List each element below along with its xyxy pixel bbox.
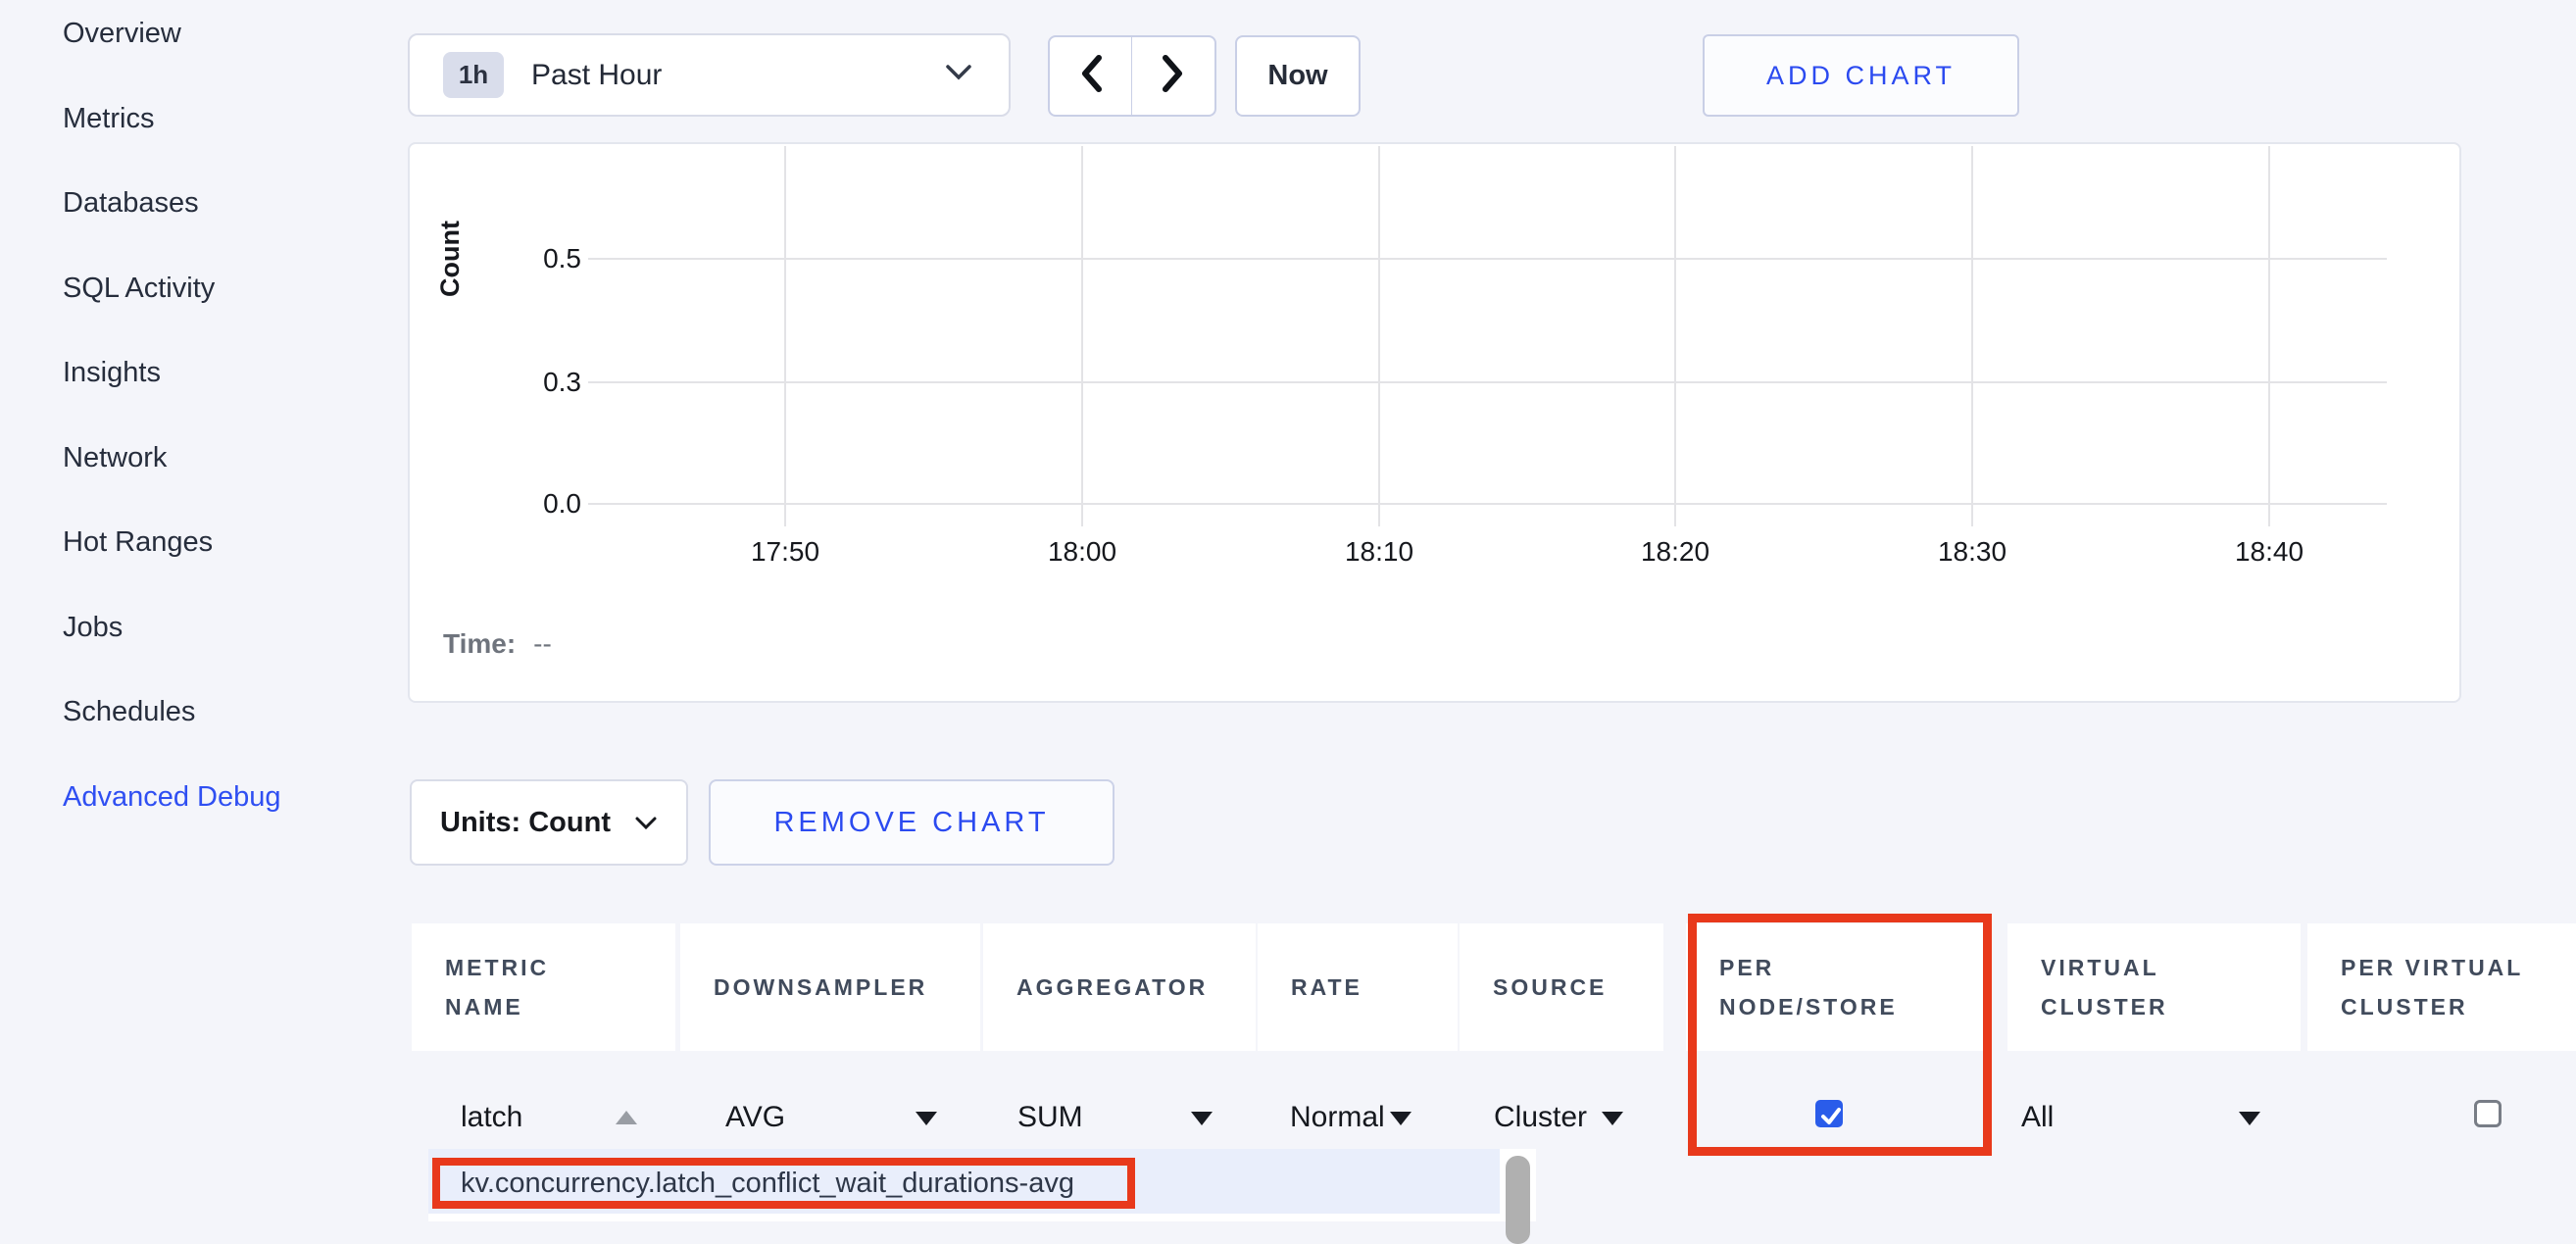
- checkmark-icon: [1817, 1102, 1845, 1129]
- sidebar-item-advanced-debug[interactable]: Advanced Debug: [63, 781, 386, 867]
- triangle-down-icon: [1191, 1112, 1213, 1125]
- sidebar-item-overview[interactable]: Overview: [63, 18, 386, 103]
- units-select[interactable]: Units: Count: [410, 779, 688, 866]
- add-chart-button[interactable]: ADD CHART: [1703, 34, 2019, 117]
- aggregator-select[interactable]: SUM: [1017, 1092, 1225, 1143]
- downsampler-value: AVG: [725, 1101, 785, 1134]
- units-select-label: Units: Count: [440, 807, 611, 839]
- chevron-down-icon: [634, 807, 658, 839]
- gridline-vertical: [1378, 146, 1380, 526]
- time-range-badge: 1h: [443, 52, 504, 98]
- gridline-vertical: [1971, 146, 1973, 526]
- per-node-store-checkbox[interactable]: [1815, 1100, 1843, 1127]
- y-tick-label: 0.3: [493, 366, 581, 399]
- chart-y-axis-label: Count: [435, 200, 469, 318]
- virtual-cluster-select[interactable]: All: [2021, 1092, 2264, 1143]
- time-value: --: [533, 628, 552, 659]
- time-range-label: Past Hour: [531, 59, 662, 92]
- source-value: Cluster: [1494, 1101, 1587, 1134]
- x-tick-label: 18:30: [1904, 534, 2041, 570]
- chart-card[interactable]: Count 0.5 0.3 0.0 17:50 18:00 18:10 18:2…: [408, 142, 2461, 703]
- x-tick-label: 18:00: [1014, 534, 1151, 570]
- x-tick-label: 17:50: [717, 534, 854, 570]
- col-header-per-node-store: PER NODE/STORE: [1686, 923, 1989, 1051]
- remove-chart-button[interactable]: REMOVE CHART: [709, 779, 1115, 866]
- gridline-horizontal: [588, 503, 2387, 505]
- virtual-cluster-value: All: [2021, 1101, 2054, 1134]
- sidebar-item-metrics[interactable]: Metrics: [63, 103, 386, 188]
- gridline-vertical: [2268, 146, 2270, 526]
- sidebar-nav: Overview Metrics Databases SQL Activity …: [63, 18, 386, 866]
- sidebar-item-databases[interactable]: Databases: [63, 187, 386, 273]
- rate-value: Normal: [1290, 1101, 1385, 1134]
- triangle-up-icon: [616, 1111, 637, 1124]
- hover-time-readout: Time: --: [443, 628, 552, 660]
- time-label: Time:: [443, 628, 516, 659]
- y-tick-label: 0.0: [493, 487, 581, 521]
- triangle-down-icon: [916, 1112, 937, 1125]
- rate-select[interactable]: Normal: [1290, 1092, 1427, 1143]
- sidebar-item-sql-activity[interactable]: SQL Activity: [63, 273, 386, 358]
- sidebar-item-network[interactable]: Network: [63, 442, 386, 527]
- gridline-vertical: [1081, 146, 1083, 526]
- x-tick-label: 18:40: [2201, 534, 2338, 570]
- triangle-down-icon: [1602, 1112, 1623, 1125]
- col-header-per-virtual-cluster: PER VIRTUAL CLUSTER: [2307, 923, 2576, 1051]
- x-tick-label: 18:10: [1311, 534, 1448, 570]
- col-header-source: SOURCE: [1460, 923, 1663, 1051]
- sidebar-item-insights[interactable]: Insights: [63, 357, 386, 442]
- dropdown-scrollbar-thumb[interactable]: [1506, 1156, 1530, 1244]
- aggregator-value: SUM: [1017, 1101, 1083, 1134]
- time-prev-button[interactable]: [1048, 35, 1133, 117]
- gridline-horizontal: [588, 381, 2387, 383]
- col-header-aggregator: AGGREGATOR: [983, 923, 1256, 1051]
- sidebar-item-schedules[interactable]: Schedules: [63, 696, 386, 781]
- x-tick-label: 18:20: [1607, 534, 1744, 570]
- y-tick-label: 0.5: [493, 242, 581, 275]
- triangle-down-icon: [2239, 1112, 2260, 1125]
- chevron-left-icon: [1077, 54, 1105, 98]
- gridline-vertical: [1674, 146, 1676, 526]
- time-range-selector[interactable]: 1h Past Hour: [408, 33, 1011, 117]
- metric-name-combobox[interactable]: latch: [461, 1092, 676, 1143]
- col-header-metric-name: METRIC NAME: [412, 923, 675, 1051]
- metric-name-input-value: latch: [461, 1101, 522, 1134]
- triangle-down-icon: [1390, 1112, 1412, 1125]
- chevron-right-icon: [1160, 54, 1187, 98]
- now-button[interactable]: Now: [1235, 35, 1361, 117]
- time-next-button[interactable]: [1131, 35, 1216, 117]
- col-header-rate: RATE: [1258, 923, 1458, 1051]
- downsampler-select[interactable]: AVG: [725, 1092, 951, 1143]
- gridline-horizontal: [588, 258, 2387, 260]
- col-header-downsampler: DOWNSAMPLER: [680, 923, 980, 1051]
- per-virtual-cluster-checkbox[interactable]: [2474, 1100, 2502, 1127]
- sidebar-item-jobs[interactable]: Jobs: [63, 612, 386, 697]
- gridline-vertical: [784, 146, 786, 526]
- col-header-virtual-cluster: VIRTUAL CLUSTER: [2007, 923, 2301, 1051]
- source-select[interactable]: Cluster: [1494, 1092, 1637, 1143]
- metric-suggestion-option[interactable]: kv.concurrency.latch_conflict_wait_durat…: [461, 1163, 1074, 1204]
- chevron-down-icon: [944, 63, 973, 87]
- sidebar-item-hot-ranges[interactable]: Hot Ranges: [63, 526, 386, 612]
- metric-suggestions-next-row: [428, 1214, 1500, 1221]
